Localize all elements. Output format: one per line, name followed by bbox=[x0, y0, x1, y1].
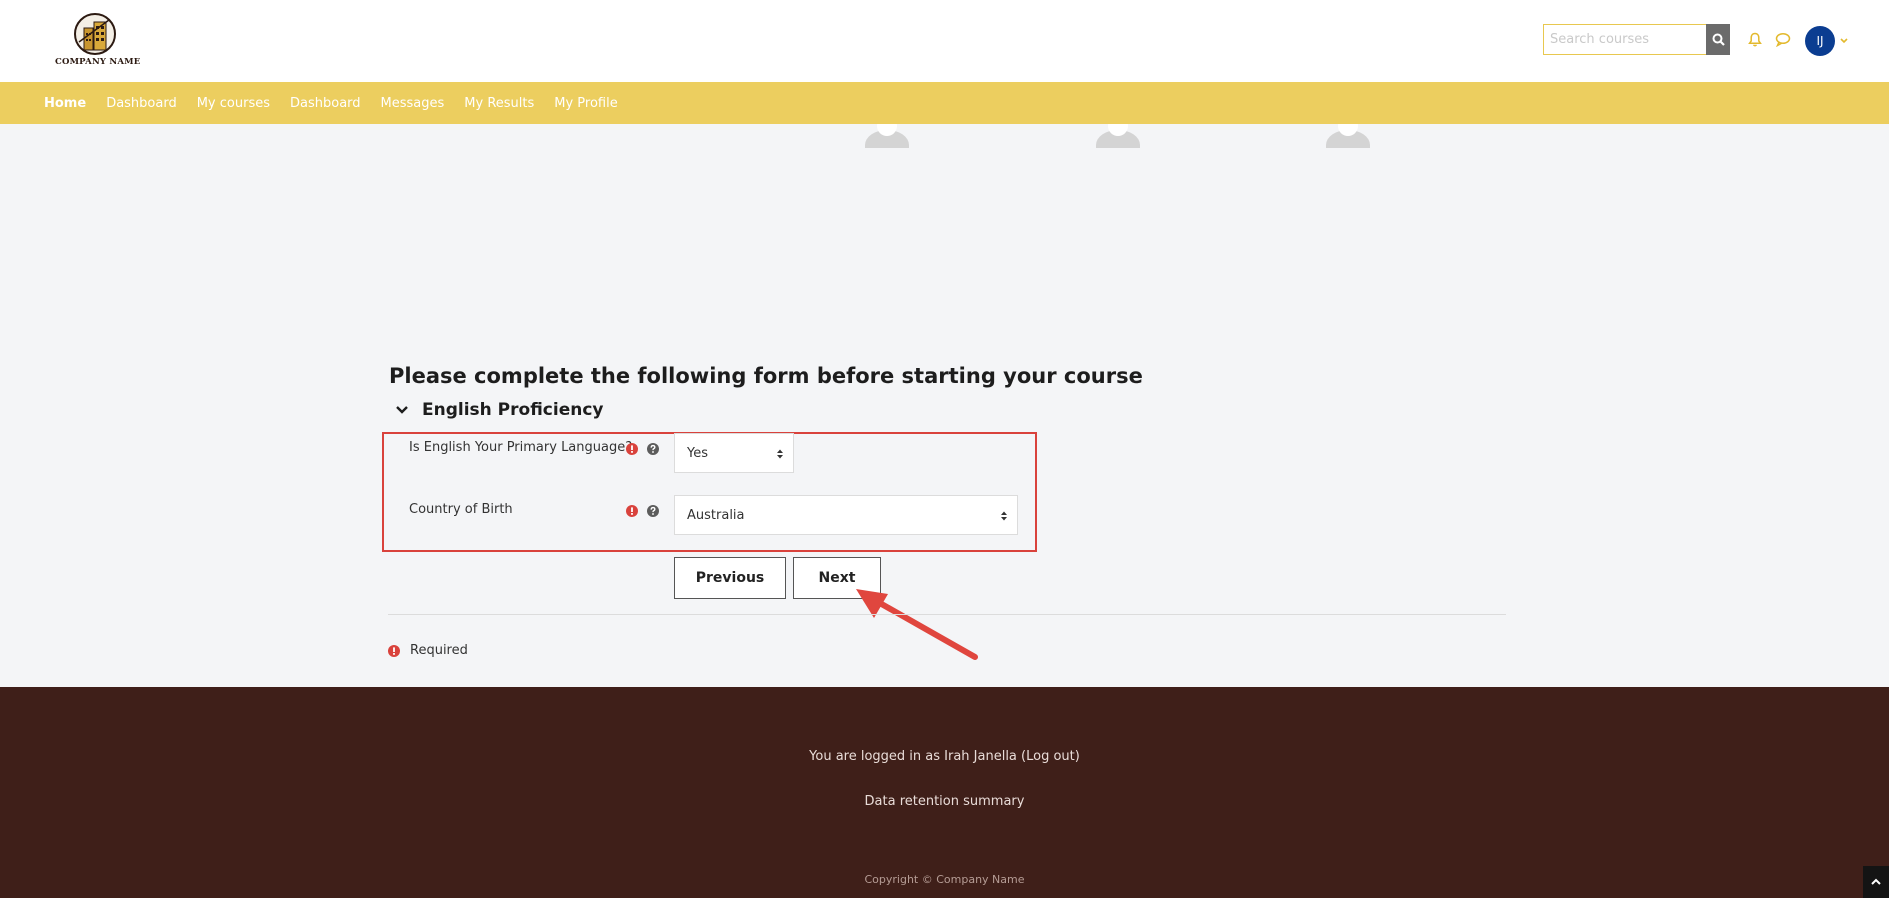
required-icon bbox=[626, 443, 638, 455]
required-note-text: Required bbox=[410, 643, 468, 658]
user-avatar[interactable]: IJ bbox=[1805, 26, 1835, 56]
company-name: COMPANY NAME bbox=[55, 57, 141, 67]
previous-button[interactable]: Previous bbox=[674, 557, 786, 599]
data-retention-link[interactable]: Data retention summary bbox=[0, 794, 1889, 809]
primary-language-select[interactable]: Yes bbox=[674, 433, 794, 473]
select-arrows-icon bbox=[777, 449, 783, 459]
primary-language-label: Is English Your Primary Language? bbox=[409, 440, 633, 455]
form-divider bbox=[388, 614, 1506, 615]
back-to-top-button[interactable] bbox=[1863, 866, 1889, 898]
search-form bbox=[1543, 24, 1730, 55]
chat-icon bbox=[1775, 32, 1791, 47]
placeholder-avatar bbox=[1093, 124, 1143, 148]
back-to-top-icon bbox=[1871, 878, 1881, 885]
building-logo-icon bbox=[74, 13, 116, 55]
nav-item-home[interactable]: Home bbox=[44, 96, 86, 111]
country-of-birth-label: Country of Birth bbox=[409, 502, 513, 517]
copyright: Copyright © Company Name bbox=[864, 873, 1025, 886]
logged-in-info[interactable]: You are logged in as Irah Janella (Log o… bbox=[0, 749, 1889, 764]
section-toggle-english-proficiency[interactable]: English Proficiency bbox=[394, 400, 604, 420]
required-icon bbox=[388, 644, 400, 657]
page-title: Please complete the following form befor… bbox=[389, 364, 1143, 388]
nav-item-my-courses[interactable]: My courses bbox=[197, 96, 270, 111]
placeholder-avatar bbox=[862, 124, 912, 148]
user-menu-toggle[interactable] bbox=[1839, 33, 1851, 47]
placeholder-avatar bbox=[1323, 124, 1373, 148]
next-button[interactable]: Next bbox=[793, 557, 881, 599]
search-input[interactable] bbox=[1543, 24, 1706, 55]
country-of-birth-select[interactable]: Australia bbox=[674, 495, 1018, 535]
main-navigation: Home Dashboard My courses Dashboard Mess… bbox=[0, 82, 1889, 124]
notifications-button[interactable] bbox=[1746, 30, 1764, 48]
primary-language-value: Yes bbox=[687, 445, 708, 461]
chevron-down-icon bbox=[1840, 38, 1848, 44]
section-title: English Proficiency bbox=[422, 400, 604, 420]
nav-item-messages[interactable]: Messages bbox=[381, 96, 445, 111]
bell-icon bbox=[1748, 32, 1762, 46]
select-arrows-icon bbox=[1001, 511, 1007, 521]
site-header: COMPANY NAME IJ bbox=[0, 0, 1889, 82]
nav-item-my-profile[interactable]: My Profile bbox=[554, 96, 617, 111]
nav-item-dashboard[interactable]: Dashboard bbox=[106, 96, 177, 111]
required-icon bbox=[626, 505, 638, 517]
country-of-birth-value: Australia bbox=[687, 507, 745, 523]
help-icon[interactable] bbox=[647, 505, 659, 517]
nav-item-dashboard-2[interactable]: Dashboard bbox=[290, 96, 361, 111]
help-icon[interactable] bbox=[647, 443, 659, 455]
nav-item-my-results[interactable]: My Results bbox=[464, 96, 534, 111]
site-footer: You are logged in as Irah Janella (Log o… bbox=[0, 687, 1889, 898]
search-button[interactable] bbox=[1706, 24, 1730, 55]
search-icon bbox=[1712, 33, 1725, 46]
messages-button[interactable] bbox=[1774, 30, 1792, 48]
company-logo[interactable]: COMPANY NAME bbox=[55, 12, 141, 70]
required-legend: Required bbox=[388, 643, 468, 658]
chevron-down-icon bbox=[396, 406, 408, 414]
